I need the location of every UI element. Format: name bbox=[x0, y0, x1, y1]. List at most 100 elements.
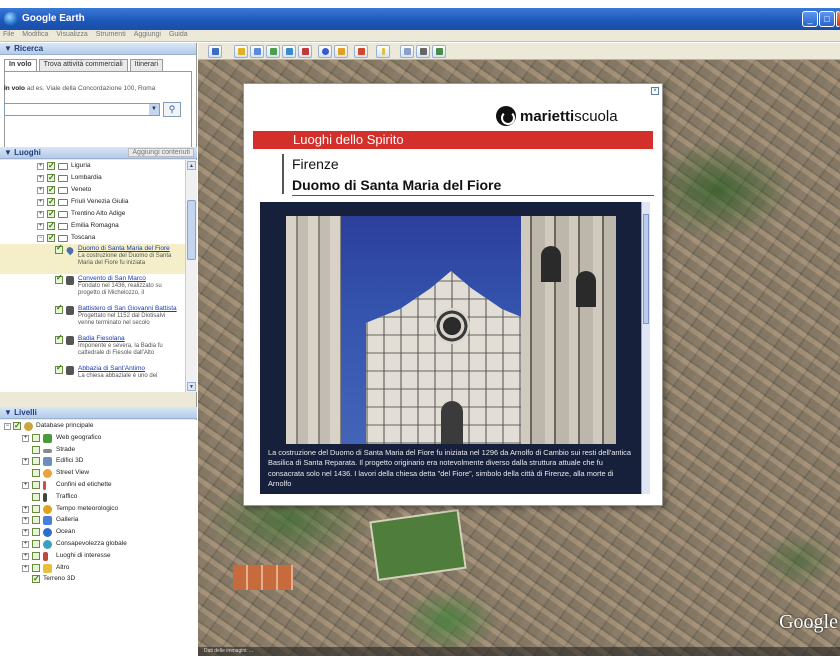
layer-strade[interactable]: Strade bbox=[0, 444, 197, 456]
placemark-button[interactable] bbox=[234, 45, 248, 58]
sidebar-toggle-button[interactable] bbox=[208, 45, 222, 58]
star-icon bbox=[43, 516, 52, 526]
tree-row-lombardia[interactable]: +Lombardia bbox=[0, 172, 185, 184]
layer-edifici[interactable]: + Edifici 3D bbox=[0, 455, 197, 467]
place-checkbox[interactable] bbox=[55, 304, 63, 314]
polygon-icon bbox=[254, 48, 261, 55]
layer-web[interactable]: + Web geografico bbox=[0, 432, 197, 444]
sidebar-icon bbox=[212, 48, 219, 55]
history-button[interactable] bbox=[318, 45, 332, 58]
search-icon: ⚲ bbox=[168, 104, 176, 114]
tennis-courts bbox=[233, 565, 293, 590]
tree-row-friuli[interactable]: +Friuli Venezia Giulia bbox=[0, 196, 185, 208]
place-title[interactable]: Abbazia di Sant'Antimo bbox=[78, 365, 145, 372]
tab-itinerari[interactable]: Itinerari bbox=[129, 59, 163, 71]
search-panel: In volo Trova attività commerciali Itine… bbox=[0, 55, 196, 155]
divider bbox=[292, 195, 654, 196]
place-checkbox[interactable] bbox=[55, 364, 63, 374]
scroll-down-icon[interactable]: ▼ bbox=[187, 382, 196, 391]
menu-file[interactable]: File bbox=[3, 31, 14, 38]
places-scrollbar[interactable]: ▲ ▼ bbox=[185, 160, 197, 392]
road-icon bbox=[43, 448, 52, 453]
email-button[interactable] bbox=[400, 45, 414, 58]
menu-guida[interactable]: Guida bbox=[169, 31, 188, 38]
search-input[interactable]: ▼ bbox=[4, 103, 160, 116]
tree-row-liguria[interactable]: +Liguria bbox=[0, 160, 185, 172]
place-title[interactable]: Duomo di Santa Maria del Fiore bbox=[78, 245, 170, 252]
close-button[interactable] bbox=[836, 11, 840, 27]
place-battistero[interactable]: Battistero di San Giovanni Battista Prog… bbox=[0, 304, 185, 334]
layer-terreno[interactable]: Terreno 3D bbox=[0, 573, 197, 585]
layer-confini[interactable]: + Confini ed etichette bbox=[0, 479, 197, 491]
ruler-button[interactable] bbox=[376, 45, 390, 58]
place-san-marco[interactable]: Convento di San Marco Fondato nel 1436, … bbox=[0, 274, 185, 304]
layer-luoghi[interactable]: + Luoghi di interesse bbox=[0, 550, 197, 562]
place-title[interactable]: Badia Fiesolana bbox=[78, 335, 125, 342]
balloon-content[interactable]: La costruzione del Duomo di Santa Maria … bbox=[260, 202, 650, 494]
search-hint: In volo ad es. Viale della Concordazione… bbox=[4, 85, 156, 92]
tree-row-veneto[interactable]: +Veneto bbox=[0, 184, 185, 196]
minimize-button[interactable]: _ bbox=[802, 11, 818, 27]
folder-icon bbox=[43, 563, 52, 573]
layer-tempo[interactable]: + Tempo meteorologico bbox=[0, 503, 197, 515]
logo-text: mariettiscuola bbox=[520, 108, 618, 125]
sun-button[interactable] bbox=[334, 45, 348, 58]
layer-ocean[interactable]: + Ocean bbox=[0, 526, 197, 538]
layers-panel-header[interactable]: ▼ Livelli bbox=[0, 407, 197, 419]
tree-row-emilia[interactable]: +Emilia Romagna bbox=[0, 220, 185, 232]
overlay-icon bbox=[286, 48, 293, 55]
search-button[interactable]: ⚲ bbox=[163, 102, 181, 117]
layers-tree: −Database principale +Web geografico Str… bbox=[0, 420, 197, 656]
map-status-bar: Dati delle immagini: ... bbox=[198, 647, 840, 656]
place-checkbox[interactable] bbox=[55, 244, 63, 254]
scroll-up-icon[interactable]: ▲ bbox=[187, 161, 196, 170]
layer-altro[interactable]: + Altro bbox=[0, 562, 197, 574]
dropdown-arrow-icon[interactable]: ▼ bbox=[149, 104, 159, 115]
places-panel-header[interactable]: ▼ Luoghi Aggiungi contenuti bbox=[0, 147, 197, 159]
tab-trova-attivita[interactable]: Trova attività commerciali bbox=[38, 59, 128, 71]
sky-button[interactable] bbox=[354, 45, 368, 58]
place-title[interactable]: Battistero di San Giovanni Battista bbox=[78, 305, 177, 312]
tab-in-volo[interactable]: In volo bbox=[4, 59, 37, 71]
tree-row-trentino[interactable]: +Trentino Alto Adige bbox=[0, 208, 185, 220]
tree-row-toscana[interactable]: −Toscana bbox=[0, 232, 185, 244]
polygon-button[interactable] bbox=[250, 45, 264, 58]
scroll-thumb[interactable] bbox=[187, 200, 196, 260]
balloon-close-button[interactable]: × bbox=[651, 87, 659, 95]
bell-tower bbox=[521, 216, 616, 444]
layer-root[interactable]: −Database principale bbox=[0, 420, 197, 432]
series-banner: Luoghi dello Spirito bbox=[253, 131, 653, 149]
globe-icon bbox=[43, 433, 52, 443]
menu-modifica[interactable]: Modifica bbox=[22, 31, 48, 38]
scroll-thumb[interactable] bbox=[643, 214, 649, 324]
placemark-icon bbox=[65, 245, 75, 256]
overlay-button[interactable] bbox=[282, 45, 296, 58]
place-sant-antimo[interactable]: Abbazia di Sant'Antimo La chiesa abbazia… bbox=[0, 364, 185, 392]
place-checkbox[interactable] bbox=[55, 334, 63, 344]
tour-button[interactable] bbox=[298, 45, 312, 58]
monk-icon bbox=[66, 366, 74, 375]
place-checkbox[interactable] bbox=[55, 274, 63, 284]
maps-button[interactable] bbox=[432, 45, 446, 58]
place-title[interactable]: Convento di San Marco bbox=[78, 275, 146, 282]
place-duomo[interactable]: Duomo di Santa Maria del Fiore La costru… bbox=[0, 244, 185, 274]
place-badia[interactable]: Badia Fiesolana Imponente e severa, la B… bbox=[0, 334, 185, 364]
add-content-button[interactable]: Aggiungi contenuti bbox=[128, 148, 194, 157]
layer-traffico[interactable]: Traffico bbox=[0, 491, 197, 503]
balloon-scrollbar[interactable] bbox=[641, 202, 650, 494]
maximize-button[interactable]: □ bbox=[819, 11, 835, 27]
place-description: Imponente e severa, la Badia fu cattedra… bbox=[78, 343, 163, 356]
title-bar: Google Earth _ □ bbox=[0, 8, 840, 30]
menu-visualizza[interactable]: Visualizza bbox=[56, 31, 87, 38]
sun-icon bbox=[43, 504, 52, 514]
planet-icon bbox=[358, 48, 365, 55]
menu-aggiungi[interactable]: Aggiungi bbox=[134, 31, 161, 38]
layer-consapevolezza[interactable]: + Consapevolezza globale bbox=[0, 538, 197, 550]
path-button[interactable] bbox=[266, 45, 280, 58]
search-panel-header[interactable]: ▼ Ricerca bbox=[0, 43, 196, 55]
menu-strumenti[interactable]: Strumenti bbox=[96, 31, 126, 38]
layer-galleria[interactable]: + Galleria bbox=[0, 514, 197, 526]
print-button[interactable] bbox=[416, 45, 430, 58]
places-panel: ▼ Luoghi Aggiungi contenuti +Liguria +Lom… bbox=[0, 147, 197, 407]
layer-streetview[interactable]: Street View bbox=[0, 467, 197, 479]
